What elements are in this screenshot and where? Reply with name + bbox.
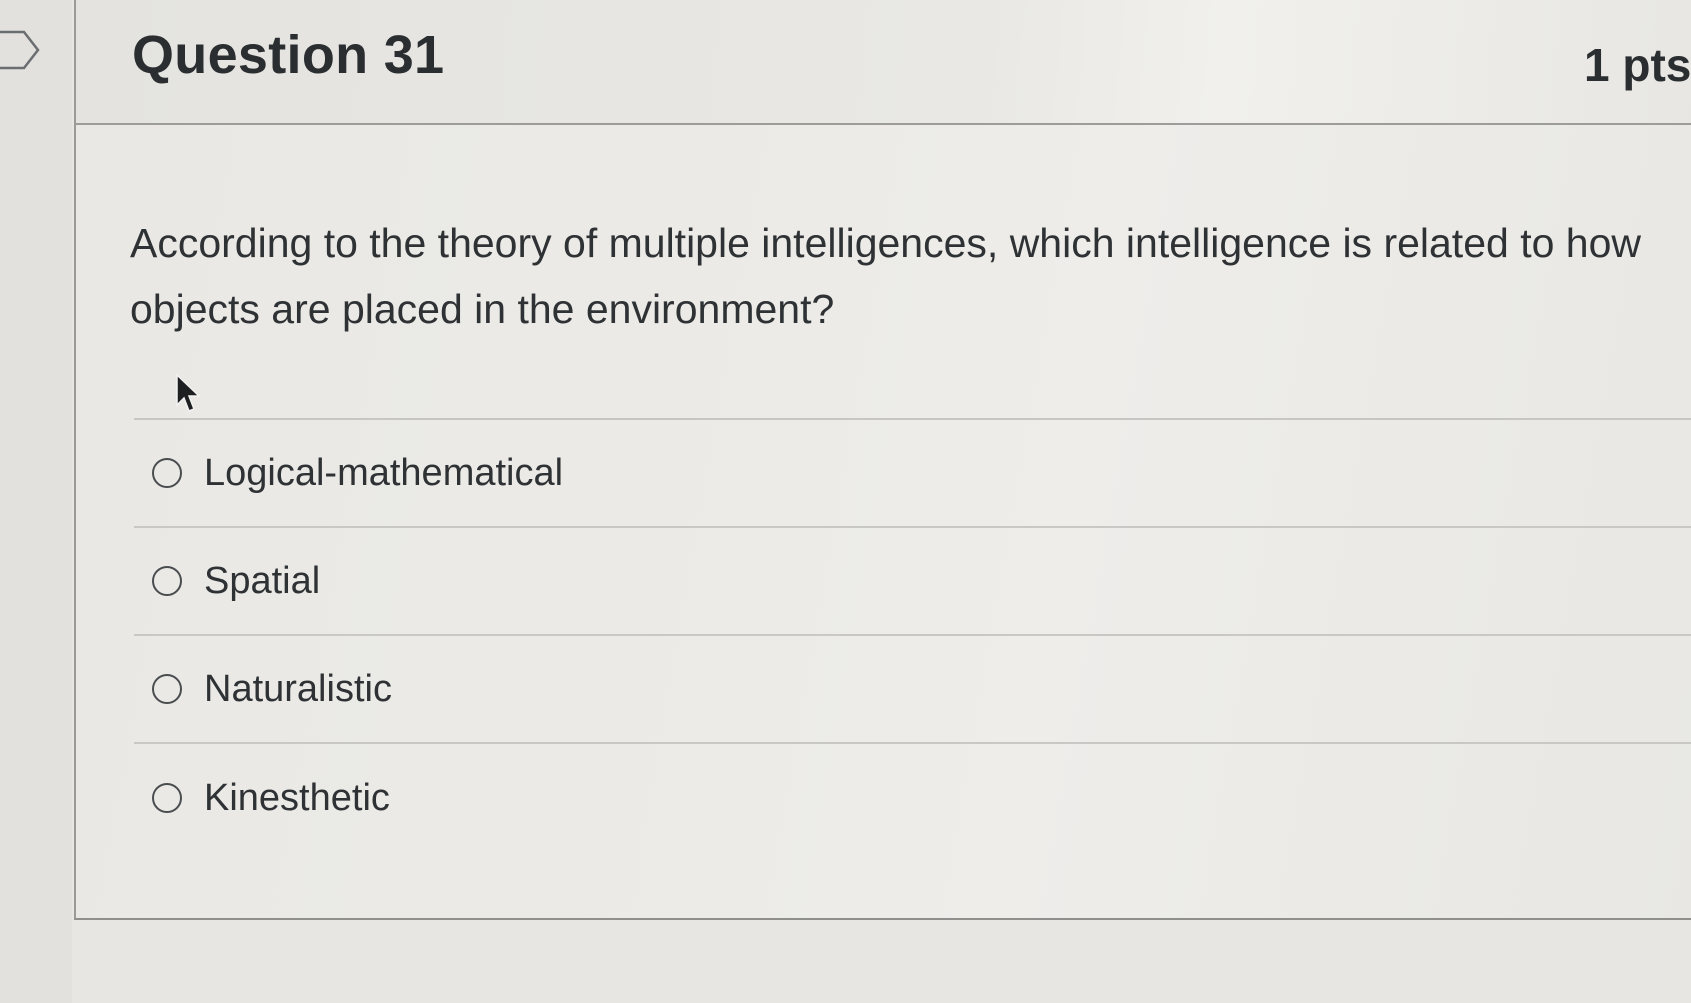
radio-button-icon[interactable] bbox=[152, 566, 182, 596]
radio-button-icon[interactable] bbox=[152, 783, 182, 813]
radio-button-icon[interactable] bbox=[152, 458, 182, 488]
answer-option-naturalistic[interactable]: Naturalistic bbox=[134, 636, 1691, 744]
answer-label: Kinesthetic bbox=[204, 776, 390, 819]
answer-label: Spatial bbox=[204, 559, 321, 602]
answer-label: Naturalistic bbox=[204, 667, 392, 710]
answer-option-logical-mathematical[interactable]: Logical-mathematical bbox=[134, 420, 1691, 528]
mouse-pointer-icon bbox=[176, 373, 201, 412]
answer-list: Logical-mathematical Spatial Naturalisti… bbox=[134, 418, 1691, 852]
question-card: Question 31 1 pts According to the theor… bbox=[74, 0, 1691, 920]
left-gutter bbox=[0, 0, 72, 1003]
answer-option-spatial[interactable]: Spatial bbox=[134, 528, 1691, 636]
question-header: Question 31 1 pts bbox=[76, 0, 1691, 125]
flag-question-icon[interactable] bbox=[0, 28, 42, 72]
answer-option-kinesthetic[interactable]: Kinesthetic bbox=[134, 744, 1691, 852]
question-title: Question 31 bbox=[132, 25, 445, 85]
answer-label: Logical-mathematical bbox=[204, 451, 564, 494]
question-text: According to the theory of multiple inte… bbox=[130, 220, 1641, 332]
radio-button-icon[interactable] bbox=[152, 674, 182, 704]
question-points: 1 pts bbox=[1584, 39, 1691, 91]
